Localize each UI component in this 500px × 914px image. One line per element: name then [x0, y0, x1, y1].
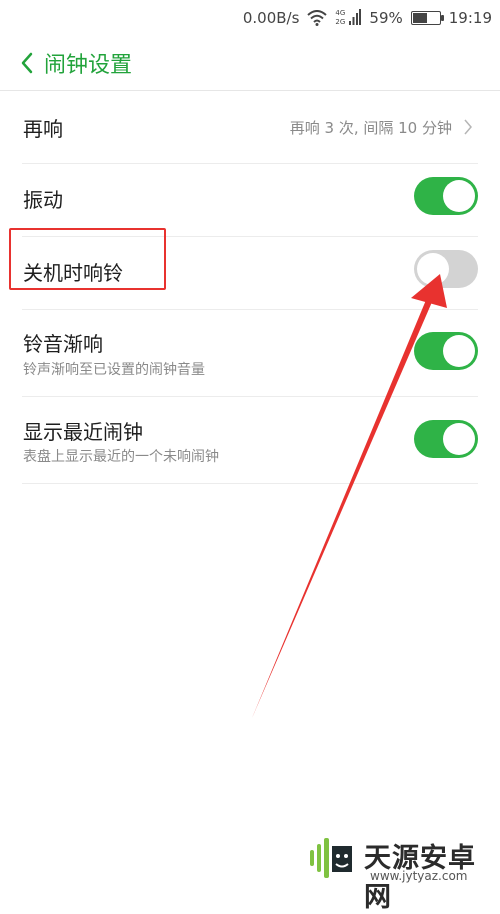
- red-arrow-icon: [252, 274, 447, 718]
- watermark-url: www.jytyaz.com: [370, 869, 468, 883]
- watermark-logo-icon: [310, 838, 352, 878]
- watermark: 天源安卓网 www.jytyaz.com: [308, 830, 500, 913]
